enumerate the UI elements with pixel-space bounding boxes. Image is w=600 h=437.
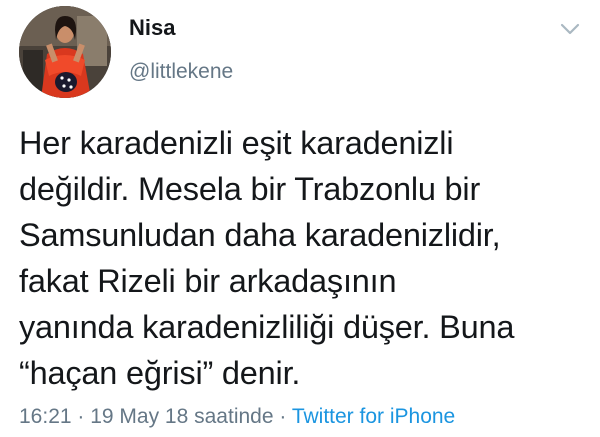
tweet-card: Nisa @littlekene Her karadenizli eşit ka…	[0, 0, 600, 437]
tweet-metadata: 16:21 · 19 May 18 saatinde · Twitter for…	[19, 403, 455, 431]
profile-photo	[19, 6, 111, 98]
tweet-text: Her karadenizli eşit karadenizli değildi…	[19, 120, 589, 396]
tweet-text-line: fakat Rizeli bir arkadaşının	[19, 263, 397, 299]
tweet-text-line: yanında karadenizliliği düşer. Buna	[19, 309, 515, 345]
meta-separator: ·	[71, 405, 91, 428]
tweet-text-line: Samsunludan daha karadenizlidir,	[19, 217, 501, 253]
user-handle[interactable]: @littlekene	[129, 59, 233, 85]
avatar[interactable]	[19, 6, 111, 98]
tweet-text-line: “haçan eğrisi” denir.	[19, 355, 301, 391]
chevron-down-icon[interactable]	[559, 22, 581, 36]
tweet-source-link[interactable]: Twitter for iPhone	[292, 405, 455, 428]
tweet-date[interactable]: 19 May 18 saatinde	[90, 405, 273, 428]
meta-separator: ·	[273, 405, 292, 428]
tweet-text-line: değildir. Mesela bir Trabzonlu bir	[19, 171, 481, 207]
display-name[interactable]: Nisa	[129, 15, 175, 41]
tweet-text-line: Her karadenizli eşit karadenizli	[19, 125, 454, 161]
tweet-time[interactable]: 16:21	[19, 405, 72, 428]
